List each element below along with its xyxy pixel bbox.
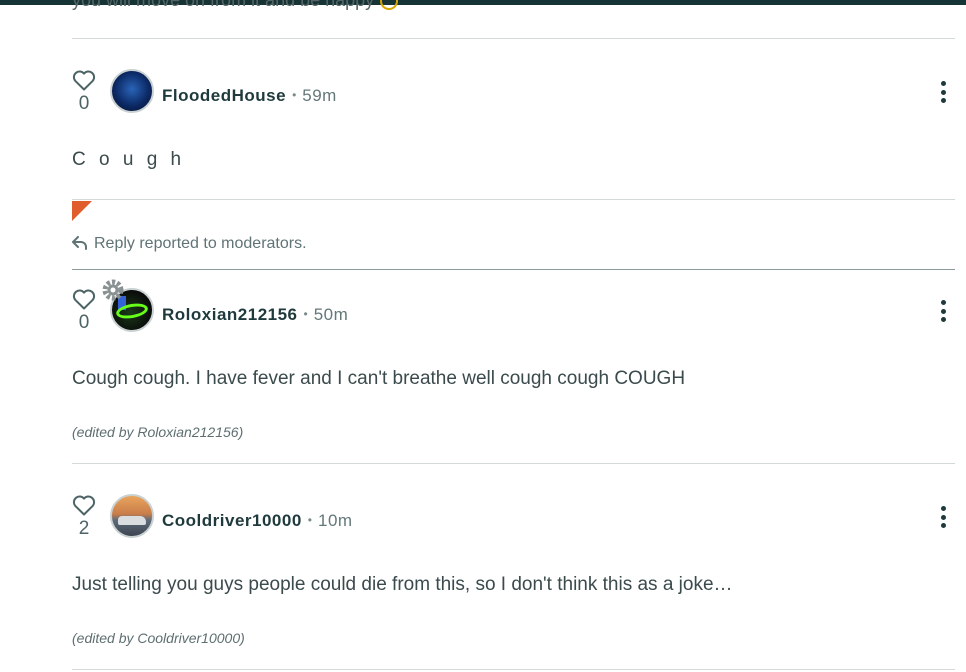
kebab-menu-icon[interactable] bbox=[938, 300, 948, 324]
timestamp[interactable]: 10m bbox=[318, 511, 353, 530]
username[interactable]: Roloxian212156 bbox=[162, 305, 298, 324]
avatar[interactable] bbox=[110, 69, 154, 113]
like-control[interactable]: 2 bbox=[70, 494, 98, 540]
like-count: 0 bbox=[78, 93, 90, 114]
reply-arrow-icon bbox=[72, 236, 87, 250]
divider bbox=[72, 269, 955, 270]
kebab-menu-icon[interactable] bbox=[938, 506, 948, 530]
comment-meta: Roloxian212156 • 50m bbox=[162, 305, 348, 325]
like-count: 0 bbox=[78, 312, 90, 333]
edited-note: (edited by Roloxian212156) bbox=[72, 424, 244, 440]
gear-badge-icon bbox=[102, 279, 124, 301]
divider bbox=[72, 38, 955, 39]
heart-outline-icon[interactable] bbox=[71, 494, 97, 516]
divider bbox=[72, 199, 955, 200]
timestamp[interactable]: 59m bbox=[302, 86, 337, 105]
reported-text: Reply reported to moderators. bbox=[94, 235, 307, 252]
timestamp[interactable]: 50m bbox=[314, 305, 349, 324]
divider bbox=[72, 669, 955, 670]
edited-note: (edited by Cooldriver10000) bbox=[72, 630, 245, 646]
like-count: 2 bbox=[78, 518, 90, 539]
separator-dot: • bbox=[292, 88, 297, 102]
separator-dot: • bbox=[303, 307, 308, 321]
username[interactable]: Cooldriver10000 bbox=[162, 511, 302, 530]
comment-meta: FloodedHouse • 59m bbox=[162, 86, 337, 106]
comment-text: Just telling you guys people could die f… bbox=[72, 574, 733, 595]
comment-text: Cough cough. I have fever and I can't br… bbox=[72, 368, 686, 389]
like-control[interactable]: 0 bbox=[70, 69, 98, 115]
comment-text: C o u g h bbox=[72, 149, 186, 170]
heart-outline-icon[interactable] bbox=[71, 288, 97, 310]
separator-dot: • bbox=[307, 513, 312, 527]
comment-meta: Cooldriver10000 • 10m bbox=[162, 511, 353, 531]
avatar[interactable] bbox=[110, 494, 154, 538]
previous-comment-text: you will move on from it and be happy bbox=[72, 0, 399, 11]
reported-flag-icon bbox=[72, 201, 92, 221]
like-control[interactable]: 0 bbox=[70, 288, 98, 334]
divider bbox=[72, 463, 955, 464]
kebab-menu-icon[interactable] bbox=[938, 81, 948, 105]
reported-notice: Reply reported to moderators. bbox=[72, 235, 307, 253]
smiley-emoji-icon bbox=[380, 0, 399, 11]
username[interactable]: FloodedHouse bbox=[162, 86, 286, 105]
heart-outline-icon[interactable] bbox=[71, 69, 97, 91]
